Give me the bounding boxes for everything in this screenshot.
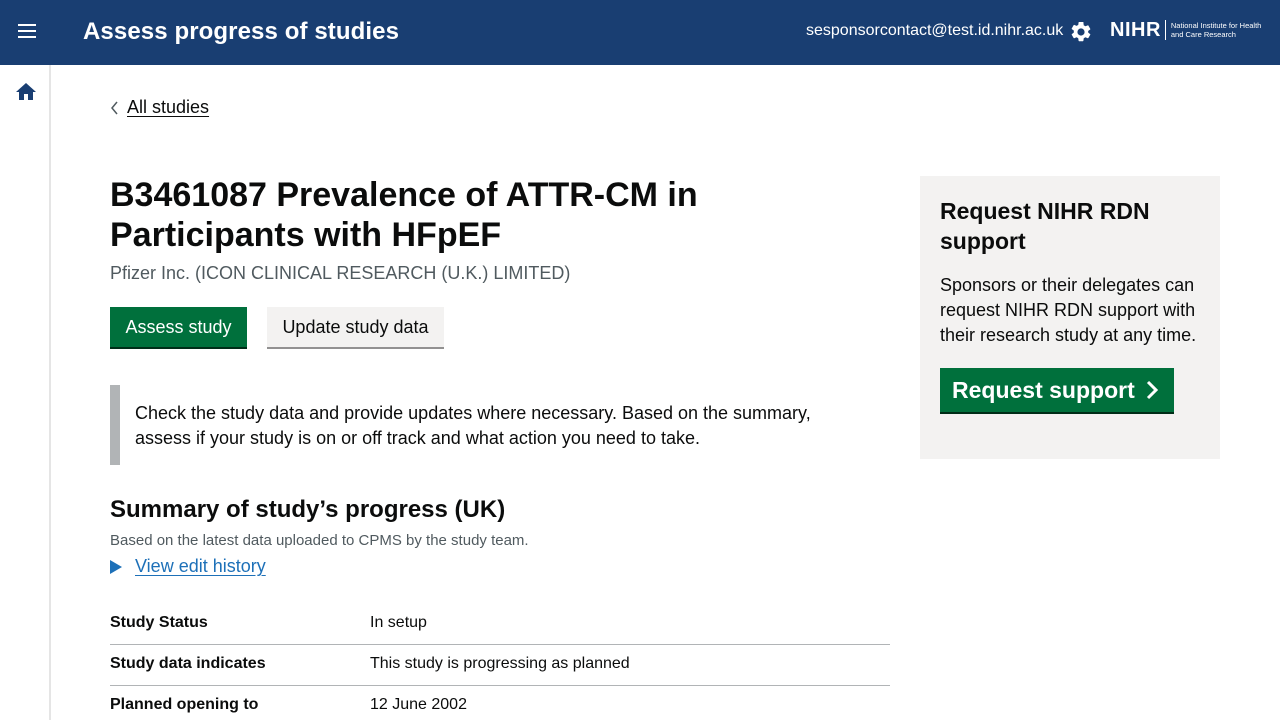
logo-divider bbox=[1164, 20, 1166, 40]
request-support-label: Request support bbox=[952, 376, 1135, 403]
edit-history-link[interactable]: View edit history bbox=[135, 556, 266, 577]
summary-row: Study Status In setup bbox=[110, 604, 890, 645]
gear-icon[interactable] bbox=[1069, 20, 1093, 44]
app-title: Assess progress of studies bbox=[83, 18, 400, 45]
home-icon[interactable] bbox=[14, 80, 38, 104]
summary-key: Study Status bbox=[110, 614, 208, 631]
menu-icon[interactable] bbox=[14, 20, 40, 44]
request-support-button[interactable]: Request support bbox=[940, 368, 1174, 412]
side-navigation bbox=[0, 65, 51, 720]
assess-study-button[interactable]: Assess study bbox=[110, 307, 247, 347]
logo-text: NIHR bbox=[1110, 19, 1161, 41]
edit-history-toggle[interactable]: View edit history bbox=[110, 556, 266, 577]
panel-body: Sponsors or their delegates can request … bbox=[940, 275, 1197, 345]
summary-row: Study data indicates This study is progr… bbox=[110, 645, 890, 686]
summary-value: This study is progressing as planned bbox=[370, 655, 630, 672]
request-support-panel: Request NIHR RDN support Sponsors or the… bbox=[920, 176, 1220, 459]
sponsor-caption: Pfizer Inc. (ICON CLINICAL RESEARCH (U.K… bbox=[110, 263, 571, 283]
panel-title: Request NIHR RDN support bbox=[940, 198, 1150, 254]
update-study-data-button[interactable]: Update study data bbox=[267, 307, 444, 347]
back-link[interactable]: All studies bbox=[110, 97, 209, 118]
logo-subtext: National Institute for Health and Care R… bbox=[1170, 21, 1262, 39]
inset-text: Check the study data and provide updates… bbox=[110, 385, 870, 465]
summary-row: Planned opening to 12 June 2002 bbox=[110, 686, 890, 720]
summary-heading: Summary of study’s progress (UK) bbox=[110, 496, 506, 523]
summary-subtitle: Based on the latest data uploaded to CPM… bbox=[110, 532, 529, 549]
chevron-right-icon bbox=[1146, 380, 1158, 400]
summary-key: Planned opening to bbox=[110, 696, 259, 713]
summary-value: 12 June 2002 bbox=[370, 696, 467, 713]
summary-value: In setup bbox=[370, 614, 427, 631]
top-header: Assess progress of studies sesponsorcont… bbox=[0, 0, 1280, 65]
nihr-logo[interactable]: NIHR National Institute for Health and C… bbox=[1110, 19, 1267, 41]
summary-list: Study Status In setup Study data indicat… bbox=[110, 604, 890, 720]
back-link-label[interactable]: All studies bbox=[127, 97, 209, 118]
summary-key: Study data indicates bbox=[110, 655, 266, 672]
user-email: sesponsorcontact@test.id.nihr.ac.uk bbox=[806, 22, 1064, 39]
caret-right-icon bbox=[110, 559, 122, 574]
page-title: B3461087 Prevalence of ATTR-CM in Partic… bbox=[110, 176, 698, 254]
chevron-left-icon bbox=[111, 101, 118, 114]
